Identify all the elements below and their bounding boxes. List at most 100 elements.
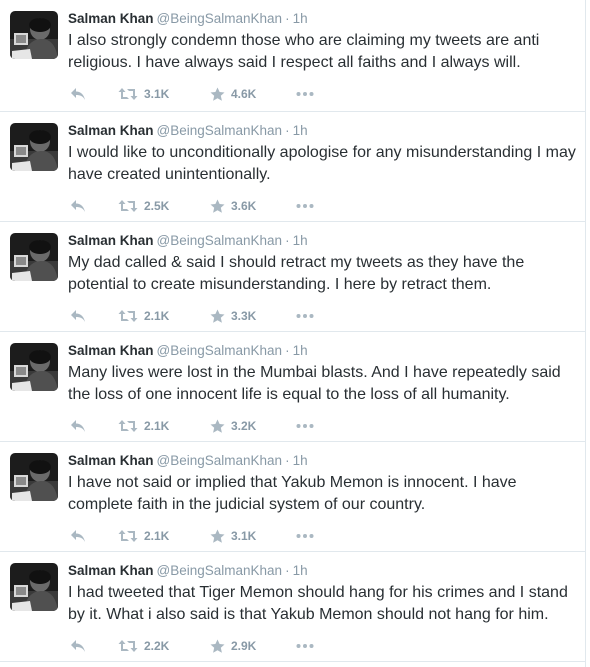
tweet[interactable]: Salman Khan @BeingSalmanKhan · 1h I have no…	[0, 442, 585, 552]
more-dots-icon	[296, 314, 314, 318]
reply-button[interactable]	[70, 416, 86, 436]
retweet-count: 3.1K	[144, 87, 170, 101]
reply-button[interactable]	[70, 636, 86, 656]
separator: ·	[285, 453, 290, 468]
reply-button[interactable]	[70, 306, 86, 326]
more-button[interactable]	[296, 416, 314, 436]
author-handle[interactable]: @BeingSalmanKhan	[157, 453, 283, 468]
more-button[interactable]	[296, 636, 314, 656]
more-button[interactable]	[296, 526, 314, 546]
tweet-actions: 2.5K 3.6K	[68, 196, 368, 216]
tweet-text: I have not said or implied that Yakub Me…	[68, 474, 517, 513]
reply-icon	[71, 88, 85, 100]
retweet-icon	[118, 200, 138, 212]
favorite-button[interactable]: 4.6K	[210, 84, 256, 104]
avatar[interactable]	[10, 563, 58, 611]
reply-button[interactable]	[70, 526, 86, 546]
avatar[interactable]	[10, 233, 58, 281]
favorite-count: 4.6K	[231, 87, 257, 101]
author-handle[interactable]: @BeingSalmanKhan	[157, 233, 283, 248]
avatar[interactable]	[10, 343, 58, 391]
avatar-photo-icon	[10, 233, 58, 281]
favorite-button[interactable]: 2.9K	[210, 636, 256, 656]
retweet-icon	[118, 420, 138, 432]
tweet-actions: 2.1K 3.1K	[68, 526, 368, 546]
reply-icon	[71, 420, 85, 432]
author-name[interactable]: Salman Khan	[68, 233, 154, 248]
tweet-actions: 2.1K 3.2K	[68, 416, 368, 436]
timestamp[interactable]: 1h	[293, 453, 308, 468]
favorite-button[interactable]: 3.2K	[210, 416, 256, 436]
more-dots-icon	[296, 424, 314, 428]
tweet-header: Salman Khan @BeingSalmanKhan · 1h	[68, 123, 308, 138]
timestamp[interactable]: 1h	[293, 343, 308, 358]
more-button[interactable]	[296, 306, 314, 326]
reply-button[interactable]	[70, 196, 86, 216]
tweet-text: I would like to unconditionally apologis…	[68, 144, 576, 183]
favorite-count: 3.3K	[231, 309, 257, 323]
star-icon	[210, 529, 225, 543]
tweet[interactable]: Salman Khan @BeingSalmanKhan · 1h I had twe…	[0, 552, 585, 662]
timestamp[interactable]: 1h	[293, 563, 308, 578]
avatar[interactable]	[10, 123, 58, 171]
more-dots-icon	[296, 644, 314, 648]
retweet-count: 2.1K	[144, 309, 170, 323]
reply-button[interactable]	[70, 84, 86, 104]
avatar[interactable]	[10, 453, 58, 501]
author-handle[interactable]: @BeingSalmanKhan	[157, 343, 283, 358]
retweet-count: 2.1K	[144, 529, 170, 543]
reply-icon	[71, 640, 85, 652]
retweet-button[interactable]: 2.1K	[118, 526, 169, 546]
retweet-icon	[118, 310, 138, 322]
retweet-count: 2.1K	[144, 419, 170, 433]
retweet-count: 2.2K	[144, 639, 170, 653]
more-dots-icon	[296, 92, 314, 96]
retweet-button[interactable]: 2.1K	[118, 416, 169, 436]
timestamp[interactable]: 1h	[293, 123, 308, 138]
favorite-count: 3.1K	[231, 529, 257, 543]
star-icon	[210, 309, 225, 323]
tweet-text: Many lives were lost in the Mumbai blast…	[68, 364, 561, 403]
favorite-button[interactable]: 3.3K	[210, 306, 256, 326]
favorite-button[interactable]: 3.1K	[210, 526, 256, 546]
favorite-count: 3.6K	[231, 199, 257, 213]
reply-icon	[71, 530, 85, 542]
favorite-button[interactable]: 3.6K	[210, 196, 256, 216]
separator: ·	[285, 563, 290, 578]
retweet-button[interactable]: 2.1K	[118, 306, 169, 326]
timestamp[interactable]: 1h	[293, 11, 308, 26]
tweet[interactable]: Salman Khan @BeingSalmanKhan · 1h I would l…	[0, 112, 585, 222]
separator: ·	[285, 123, 290, 138]
more-button[interactable]	[296, 196, 314, 216]
more-button[interactable]	[296, 84, 314, 104]
tweet-text: My dad called & said I should retract my…	[68, 254, 525, 293]
author-name[interactable]: Salman Khan	[68, 11, 154, 26]
author-handle[interactable]: @BeingSalmanKhan	[157, 11, 283, 26]
separator: ·	[285, 233, 290, 248]
tweet[interactable]: Salman Khan @BeingSalmanKhan · 1h Many live…	[0, 332, 585, 442]
tweet-actions: 3.1K 4.6K	[68, 84, 368, 104]
author-handle[interactable]: @BeingSalmanKhan	[157, 563, 283, 578]
avatar-photo-icon	[10, 563, 58, 611]
favorite-count: 3.2K	[231, 419, 257, 433]
author-name[interactable]: Salman Khan	[68, 343, 154, 358]
retweet-button[interactable]: 2.5K	[118, 196, 169, 216]
author-name[interactable]: Salman Khan	[68, 123, 154, 138]
reply-icon	[71, 310, 85, 322]
timestamp[interactable]: 1h	[293, 233, 308, 248]
tweet[interactable]: Salman Khan @BeingSalmanKhan · 1h My dad ca…	[0, 222, 585, 332]
star-icon	[210, 639, 225, 653]
tweet[interactable]: Salman Khan @BeingSalmanKhan · 1h I also st…	[0, 0, 585, 112]
author-name[interactable]: Salman Khan	[68, 453, 154, 468]
avatar-photo-icon	[10, 123, 58, 171]
retweet-button[interactable]: 2.2K	[118, 636, 169, 656]
retweet-button[interactable]: 3.1K	[118, 84, 169, 104]
avatar-photo-icon	[10, 453, 58, 501]
avatar-photo-icon	[10, 11, 58, 59]
author-name[interactable]: Salman Khan	[68, 563, 154, 578]
star-icon	[210, 87, 225, 101]
author-handle[interactable]: @BeingSalmanKhan	[157, 123, 283, 138]
tweet-text: I also strongly condemn those who are cl…	[68, 32, 540, 71]
reply-icon	[71, 200, 85, 212]
avatar[interactable]	[10, 11, 58, 59]
